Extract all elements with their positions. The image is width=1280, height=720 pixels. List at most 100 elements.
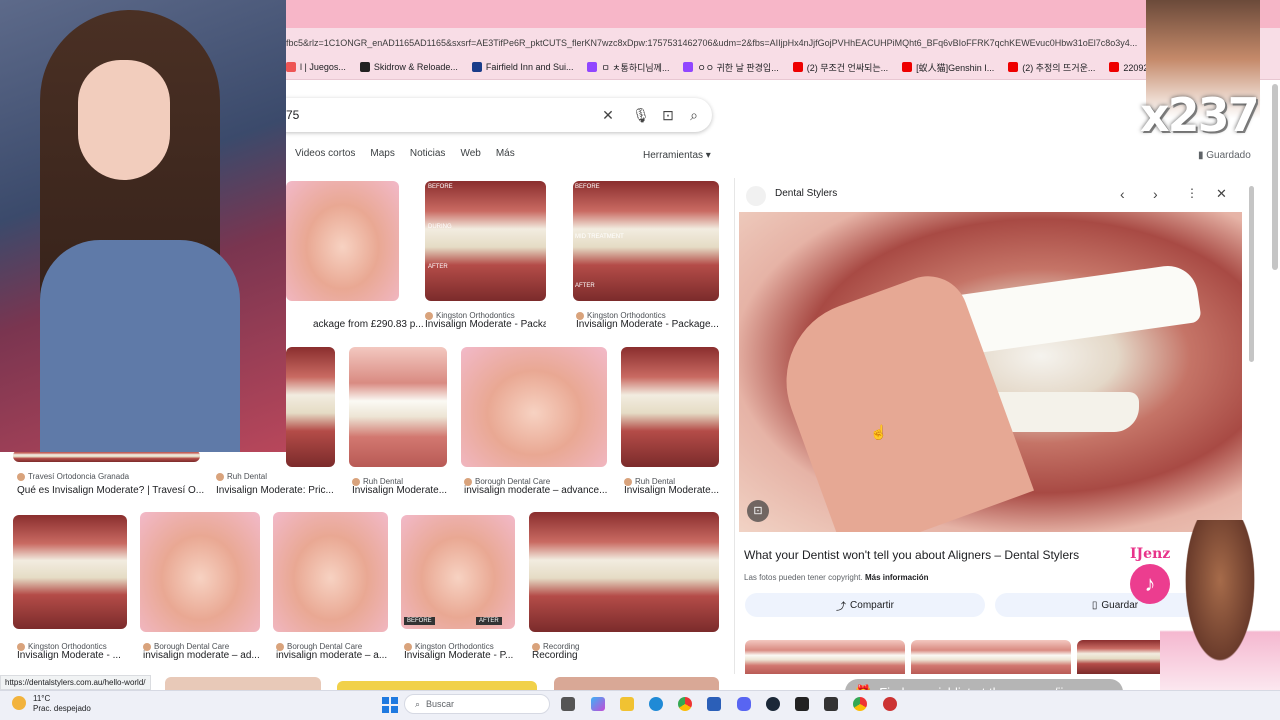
search-icon: ⌕ <box>415 698 421 709</box>
bookmark-favicon-icon <box>792 62 803 72</box>
windows-start-icon[interactable] <box>382 697 398 713</box>
panel-scrollbar[interactable] <box>1249 186 1254 362</box>
result-caption[interactable]: Invisalign Moderate - Package... <box>425 319 546 330</box>
result-thumbnail[interactable] <box>349 347 447 467</box>
result-thumbnail[interactable] <box>13 515 127 629</box>
result-caption[interactable]: Invisalign Moderate - P... <box>404 650 518 661</box>
mouse-cursor-icon: ☝ <box>870 424 888 440</box>
file-explorer-icon[interactable] <box>620 697 634 711</box>
tab-más[interactable]: Más <box>496 148 515 159</box>
related-image[interactable] <box>745 640 905 674</box>
more-info-link[interactable]: Más información <box>865 573 929 582</box>
share-label: Compartir <box>850 599 894 611</box>
tab-noticias[interactable]: Noticias <box>410 148 446 159</box>
reaction-counter: x237 <box>1140 88 1260 142</box>
result-caption[interactable]: Invisalign Moderate - ... <box>17 650 131 661</box>
edge-icon[interactable] <box>649 697 663 711</box>
bookmark-item[interactable]: Fairfield Inn and Sui... <box>471 56 573 78</box>
result-caption[interactable]: invisalign moderate – ad... <box>143 650 263 661</box>
result-caption[interactable]: invisalign moderate – advance... <box>464 485 610 496</box>
result-thumbnail[interactable] <box>286 181 399 301</box>
app-icon[interactable] <box>824 697 838 711</box>
bookmark-item[interactable]: (2) 무조건 언싸되는... <box>792 56 888 78</box>
tools-label: Herramientas <box>643 150 704 161</box>
result-source[interactable]: Travesí Ortodoncia Granada <box>17 472 202 481</box>
lens-icon[interactable]: ⊡ <box>659 106 677 124</box>
bookmark-favicon-icon <box>471 62 482 72</box>
taskbar-search-placeholder: Buscar <box>426 699 455 709</box>
discord-icon[interactable] <box>737 697 751 711</box>
share-icon: ⤴ <box>836 601 847 613</box>
tab-web[interactable]: Web <box>460 148 480 159</box>
close-icon[interactable]: ✕ <box>1216 186 1227 202</box>
result-caption[interactable]: Recording <box>532 650 722 661</box>
app-icon[interactable] <box>883 697 897 711</box>
search-tabs: Videos cortos Maps Noticias Web Más <box>295 148 515 159</box>
microphone-icon[interactable]: 🎙 <box>632 106 650 124</box>
weather-icon[interactable] <box>12 696 26 710</box>
more-options-icon[interactable]: ⋮ <box>1186 186 1198 200</box>
result-caption[interactable]: Qué es Invisalign Moderate? | Travesí O.… <box>17 485 207 496</box>
lens-icon[interactable]: ⊡ <box>747 500 769 522</box>
result-thumbnail[interactable] <box>401 515 515 629</box>
result-caption[interactable]: ackage from £290.83 p... <box>313 319 426 330</box>
result-thumbnail[interactable] <box>273 512 388 632</box>
tools-button[interactable]: Herramientas ▾ <box>643 150 711 161</box>
result-thumbnail[interactable] <box>621 347 719 467</box>
saved-button[interactable]: ▮ Guardado <box>1198 150 1251 161</box>
result-caption[interactable]: Invisalign Moderate - Package... <box>576 319 722 330</box>
result-thumbnail[interactable] <box>337 681 537 690</box>
related-image[interactable] <box>911 640 1071 674</box>
bookmark-item[interactable]: (2) 추정의 뜨거운... <box>1008 56 1095 78</box>
bookmark-item[interactable]: [蚁人猫]Genshin I... <box>902 56 994 78</box>
next-icon[interactable]: › <box>1153 186 1158 202</box>
clear-icon[interactable]: ✕ <box>599 106 617 124</box>
result-thumbnail[interactable] <box>140 512 260 632</box>
bookmark-item[interactable]: l | Juegos... <box>286 56 346 78</box>
preview-title[interactable]: What your Dentist won't tell you about A… <box>744 548 1079 562</box>
chrome-icon[interactable] <box>678 697 692 711</box>
source-favicon-icon <box>17 472 25 481</box>
search-box[interactable]: 75 ✕ 🎙 ⊡ ⌕ <box>270 98 712 132</box>
previous-icon[interactable]: ‹ <box>1120 186 1125 202</box>
tab-videos-cortos[interactable]: Videos cortos <box>295 148 355 159</box>
bookmark-favicon-icon <box>902 62 913 72</box>
result-caption[interactable]: Invisalign Moderate: Pric... <box>216 485 336 496</box>
app-icon[interactable] <box>795 697 809 711</box>
result-caption[interactable]: Invisalign Moderate... <box>352 485 462 496</box>
tiktok-icon: ♪ <box>1130 564 1170 604</box>
result-thumbnail[interactable] <box>425 181 546 301</box>
result-thumbnail[interactable] <box>461 347 607 467</box>
search-icon[interactable]: ⌕ <box>685 106 703 124</box>
top <box>40 240 240 452</box>
streamer-webcam <box>0 0 286 452</box>
page-scrollbar[interactable] <box>1272 84 1278 270</box>
store-icon[interactable] <box>707 697 721 711</box>
weather-widget[interactable]: 11°C Prac. despejado <box>33 694 91 714</box>
result-thumbnail[interactable] <box>286 347 335 467</box>
search-query[interactable]: 75 <box>286 108 299 122</box>
taskbar-search[interactable]: ⌕ Buscar <box>404 694 550 714</box>
result-caption[interactable]: Invisalign Moderate... <box>624 485 734 496</box>
result-source[interactable]: Ruh Dental <box>216 472 336 481</box>
copilot-icon[interactable] <box>591 697 605 711</box>
chrome-icon[interactable] <box>853 697 867 711</box>
bookmark-item[interactable]: ㅇㅇ 귀한 날 판경입... <box>683 56 779 78</box>
thumbnail-label: AFTER <box>476 617 502 625</box>
bookmark-item[interactable]: Skidrow & Reloade... <box>359 56 458 78</box>
preview-source[interactable]: Dental Stylers <box>775 188 837 199</box>
result-thumbnail[interactable] <box>165 677 321 690</box>
result-thumbnail[interactable] <box>529 512 719 632</box>
result-thumbnail[interactable] <box>554 677 719 690</box>
task-view-icon[interactable] <box>561 697 575 711</box>
share-button[interactable]: ⤴ Compartir <box>745 593 985 617</box>
bookmark-item[interactable]: ㅁ ㅊ통하디님께... <box>587 56 669 78</box>
preview-image[interactable]: ⊡ <box>739 212 1242 532</box>
bookmark-label: l | Juegos... <box>300 62 346 72</box>
result-caption[interactable]: invisalign moderate – a... <box>276 650 391 661</box>
tab-maps[interactable]: Maps <box>370 148 394 159</box>
steam-icon[interactable] <box>766 697 780 711</box>
save-label: Guardar <box>1101 599 1139 611</box>
thumbnail-label: MID TREATMENT <box>575 234 624 240</box>
bookmark-label: [蚁人猫]Genshin I... <box>916 62 995 73</box>
